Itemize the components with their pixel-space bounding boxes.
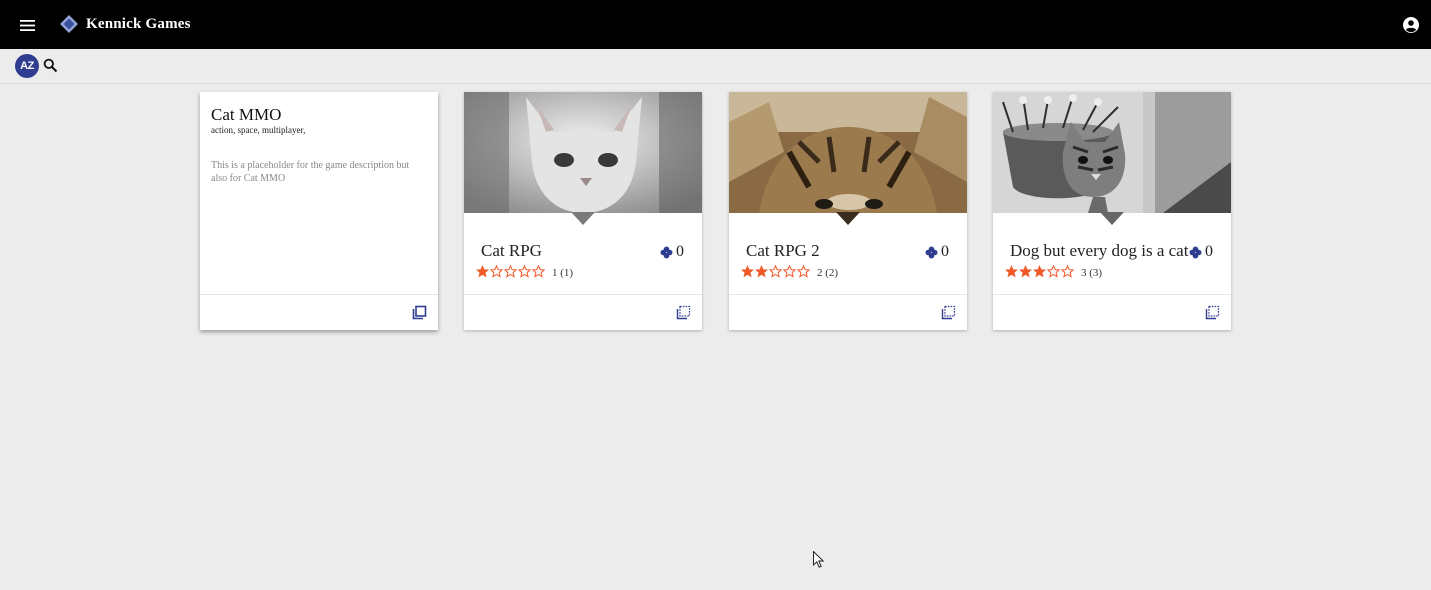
stars xyxy=(741,265,810,278)
game-title: Cat RPG xyxy=(481,241,542,260)
star-filled-icon xyxy=(476,265,489,278)
image-notch xyxy=(571,212,595,225)
game-title: Cat RPG 2 xyxy=(746,241,820,260)
star-filled-icon xyxy=(1019,265,1032,278)
sort-alphabetical-button[interactable]: AZ xyxy=(15,54,39,78)
star-outline-icon xyxy=(518,265,531,278)
game-card[interactable]: Cat RPG 0 1 (1) xyxy=(464,92,702,330)
players-icon xyxy=(660,246,673,258)
star-rating: 2 (2) xyxy=(741,265,839,279)
card-divider xyxy=(993,294,1231,295)
star-rating: 1 (1) xyxy=(476,265,574,279)
card-divider xyxy=(464,294,702,295)
player-count: 0 xyxy=(660,243,684,261)
flip-card-icon[interactable] xyxy=(676,305,691,320)
star-outline-icon xyxy=(490,265,503,278)
game-title: Dog but every dog is a cat xyxy=(1010,241,1189,260)
star-outline-icon xyxy=(1061,265,1074,278)
search-icon[interactable] xyxy=(43,58,58,73)
image-notch xyxy=(1100,212,1124,225)
star-outline-icon xyxy=(532,265,545,278)
player-count: 0 xyxy=(925,243,949,261)
game-cover-image xyxy=(464,92,702,213)
mouse-cursor-icon xyxy=(813,551,824,568)
rating-text: 2 (2) xyxy=(817,266,839,279)
game-tags: action, space, multiplayer, xyxy=(211,125,306,135)
players-icon xyxy=(1189,246,1202,258)
star-filled-icon xyxy=(741,265,754,278)
star-outline-icon xyxy=(1047,265,1060,278)
player-count: 0 xyxy=(1189,243,1213,261)
flip-card-icon[interactable] xyxy=(1205,305,1220,320)
card-divider xyxy=(200,294,438,295)
star-outline-icon xyxy=(783,265,796,278)
player-count-value: 0 xyxy=(941,243,949,260)
star-outline-icon xyxy=(504,265,517,278)
flip-card-icon[interactable] xyxy=(412,305,427,320)
player-count-value: 0 xyxy=(1205,243,1213,260)
star-filled-icon xyxy=(1033,265,1046,278)
menu-icon[interactable] xyxy=(14,14,40,36)
star-filled-icon xyxy=(755,265,768,278)
brand[interactable]: Kennick Games xyxy=(60,15,191,33)
star-outline-icon xyxy=(797,265,810,278)
player-count-value: 0 xyxy=(676,243,684,260)
game-title: Cat MMO xyxy=(211,105,282,124)
star-rating: 3 (3) xyxy=(1005,265,1103,279)
game-card[interactable]: Dog but every dog is a cat 0 3 (3) xyxy=(993,92,1231,330)
app-title: Kennick Games xyxy=(86,15,191,32)
rating-text: 3 (3) xyxy=(1081,266,1103,279)
account-circle-icon[interactable] xyxy=(1402,16,1420,34)
game-card[interactable]: Cat MMO action, space, multiplayer, This… xyxy=(200,92,438,330)
star-outline-icon xyxy=(769,265,782,278)
game-cover-image xyxy=(729,92,967,213)
flip-card-icon[interactable] xyxy=(941,305,956,320)
filter-toolbar xyxy=(0,49,1431,84)
diamond-logo-icon xyxy=(60,15,78,33)
app-bar: Kennick Games xyxy=(0,0,1431,49)
game-cover-image xyxy=(993,92,1231,213)
card-divider xyxy=(729,294,967,295)
stars xyxy=(476,265,545,278)
image-notch xyxy=(836,212,860,225)
game-card[interactable]: Cat RPG 2 0 2 (2) xyxy=(729,92,967,330)
rating-text: 1 (1) xyxy=(552,266,574,279)
players-icon xyxy=(925,246,938,258)
game-description: This is a placeholder for the game descr… xyxy=(211,160,410,184)
stars xyxy=(1005,265,1074,278)
star-filled-icon xyxy=(1005,265,1018,278)
